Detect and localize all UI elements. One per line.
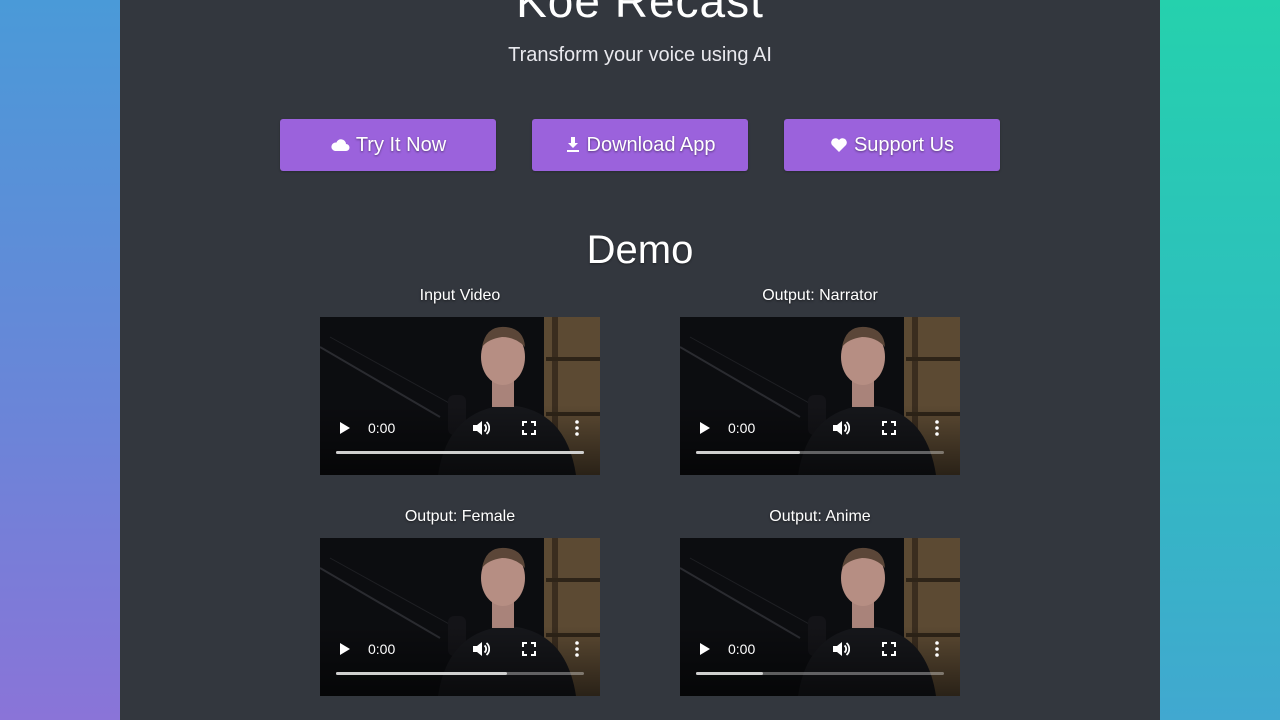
fullscreen-icon[interactable] — [518, 638, 540, 660]
volume-icon[interactable] — [830, 417, 852, 439]
play-icon[interactable] — [334, 638, 356, 660]
video-label-anime: Output: Anime — [769, 508, 871, 525]
demo-heading: Demo — [586, 228, 694, 272]
play-icon[interactable] — [334, 417, 356, 439]
video-label-input: Input Video — [419, 287, 501, 304]
download-icon — [565, 136, 581, 154]
play-icon[interactable] — [694, 417, 716, 439]
progress-track[interactable] — [696, 451, 944, 454]
video-controls-overlay — [320, 405, 600, 475]
progress-track[interactable] — [336, 451, 584, 454]
fullscreen-icon[interactable] — [878, 638, 900, 660]
video-time: 0:00 — [728, 420, 756, 436]
main-panel: Koe Recast Transform your voice using AI… — [120, 0, 1160, 720]
play-icon[interactable] — [694, 638, 716, 660]
support-us-button[interactable]: Support Us — [784, 119, 1000, 171]
more-options-icon[interactable] — [566, 417, 588, 439]
fullscreen-icon[interactable] — [518, 417, 540, 439]
video-time: 0:00 — [368, 420, 396, 436]
progress-fill — [336, 451, 584, 454]
video-player-narrator[interactable]: 0:00 — [680, 317, 960, 475]
video-player-female[interactable]: 0:00 — [320, 538, 600, 696]
video-time: 0:00 — [728, 641, 756, 657]
page-subtitle: Transform your voice using AI — [508, 44, 772, 66]
background-gradient-left — [0, 0, 120, 720]
video-controls-overlay — [680, 405, 960, 475]
volume-icon[interactable] — [470, 638, 492, 660]
fullscreen-icon[interactable] — [878, 417, 900, 439]
support-us-label: Support Us — [853, 133, 955, 156]
progress-fill — [696, 672, 763, 675]
background-gradient-right — [1160, 0, 1280, 720]
video-controls-overlay — [680, 626, 960, 696]
try-it-now-button[interactable]: Try It Now — [280, 119, 496, 171]
download-app-label: Download App — [586, 133, 716, 156]
more-options-icon[interactable] — [926, 638, 948, 660]
try-it-now-label: Try It Now — [355, 133, 447, 156]
video-player-input[interactable]: 0:00 — [320, 317, 600, 475]
page-title: Koe Recast — [516, 0, 764, 27]
download-app-button[interactable]: Download App — [532, 119, 748, 171]
video-player-anime[interactable]: 0:00 — [680, 538, 960, 696]
progress-fill — [696, 451, 801, 454]
video-time: 0:00 — [368, 641, 396, 657]
video-controls-overlay — [320, 626, 600, 696]
volume-icon[interactable] — [470, 417, 492, 439]
heart-icon — [830, 137, 848, 153]
progress-fill — [336, 672, 508, 675]
progress-track[interactable] — [696, 672, 944, 675]
volume-icon[interactable] — [830, 638, 852, 660]
video-label-narrator: Output: Narrator — [762, 287, 878, 304]
video-label-female: Output: Female — [404, 508, 516, 525]
more-options-icon[interactable] — [926, 417, 948, 439]
progress-track[interactable] — [336, 672, 584, 675]
cloud-icon — [330, 138, 350, 152]
more-options-icon[interactable] — [566, 638, 588, 660]
